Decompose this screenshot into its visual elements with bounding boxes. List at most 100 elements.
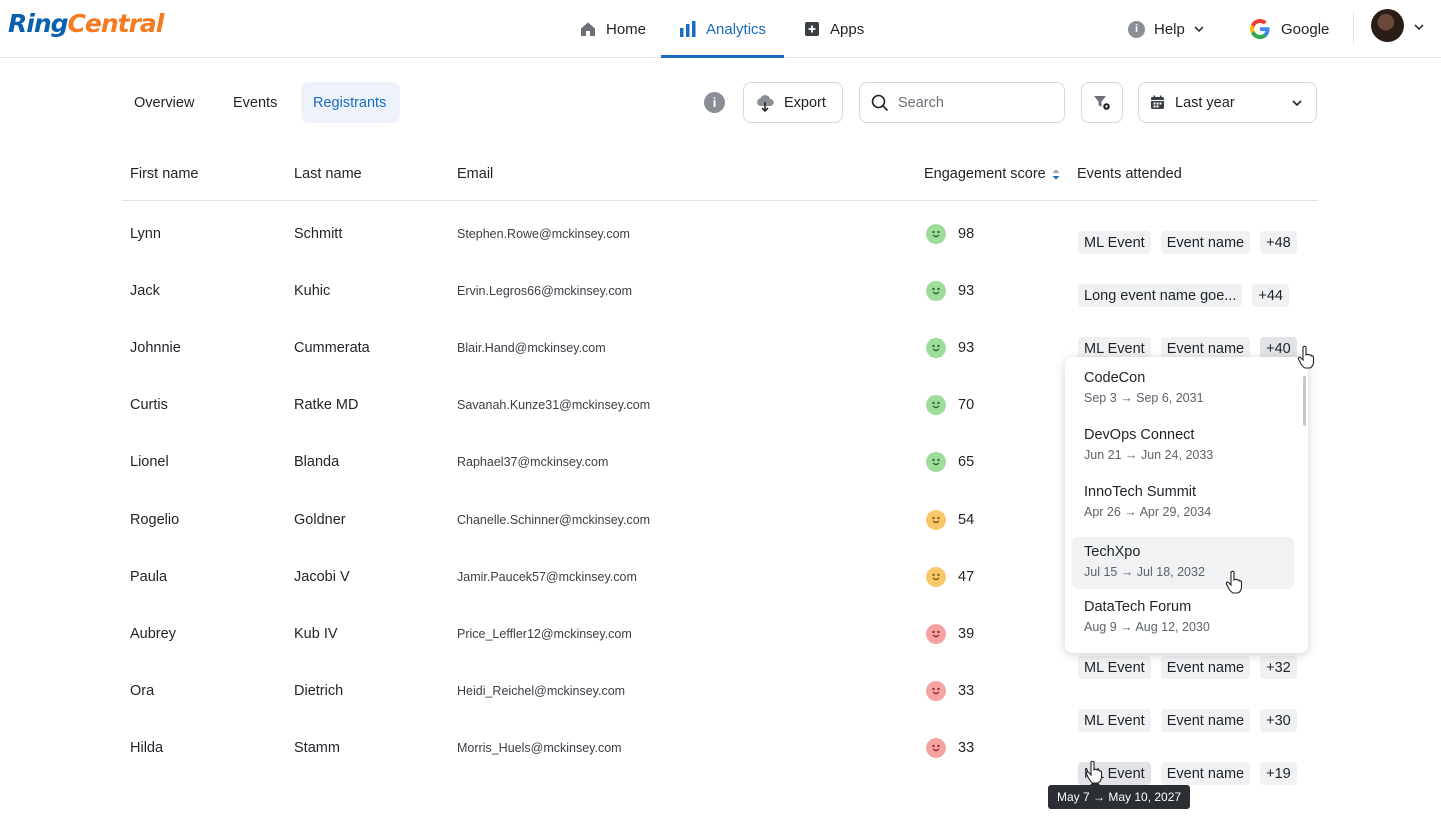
last-name-cell: Cummerata	[294, 339, 370, 356]
last-name-cell: Stamm	[294, 739, 340, 756]
avatar[interactable]	[1371, 9, 1404, 42]
dropdown-item[interactable]: DataTech Forum Aug 9 → Aug 12, 2030	[1072, 592, 1294, 644]
email-cell: Ervin.Legros66@mckinsey.com	[457, 283, 633, 298]
column-header-email[interactable]: Email	[457, 166, 493, 182]
column-header-last-name[interactable]: Last name	[294, 166, 362, 182]
dropdown-scrollbar[interactable]	[1303, 376, 1306, 426]
engagement-score-cell: 65	[926, 433, 974, 490]
filter-settings-icon	[1093, 95, 1111, 111]
ringcentral-logo[interactable]: RingCentral	[8, 9, 164, 38]
events-dropdown: CodeCon Sep 3 → Sep 6, 2031 DevOps Conne…	[1065, 357, 1308, 653]
export-label: Export	[784, 94, 826, 111]
event-dates: Aug 9 → Aug 12, 2030	[1084, 620, 1210, 634]
column-header-engagement-score[interactable]: Engagement score	[924, 166, 1060, 182]
event-chip[interactable]: Event name	[1160, 231, 1251, 254]
filter-settings-button[interactable]	[1081, 82, 1123, 123]
plus-square-icon	[803, 20, 821, 38]
calendar-icon	[1150, 95, 1165, 110]
nav-apps-label: Apps	[830, 20, 865, 38]
engagement-score-value: 54	[958, 511, 975, 528]
event-chip[interactable]: Long event name goe...	[1078, 284, 1243, 307]
last-name-cell: Dietrich	[294, 682, 344, 699]
email-cell: Chanelle.Schinner@mckinsey.com	[457, 512, 651, 527]
table-row[interactable]: Jack Kuhic Ervin.Legros66@mckinsey.com 93 Lo…	[0, 262, 1441, 319]
tab-overview[interactable]: Overview	[122, 82, 206, 123]
date-range-select[interactable]: Last year	[1138, 82, 1317, 123]
engagement-score-value: 33	[958, 739, 975, 756]
avatar-chevron-down-icon[interactable]	[1414, 21, 1424, 33]
email-cell: Jamir.Paucek57@mckinsey.com	[457, 569, 637, 584]
more-events-chip[interactable]: +48	[1260, 231, 1297, 254]
smiley-face-icon	[926, 223, 946, 244]
email-cell: Blair.Hand@mckinsey.com	[457, 340, 606, 355]
active-nav-indicator	[661, 55, 784, 58]
engagement-score-cell: 93	[926, 319, 974, 376]
nav-home-label: Home	[606, 20, 647, 38]
info-icon[interactable]: i	[704, 92, 725, 113]
more-events-chip[interactable]: +19	[1260, 762, 1297, 785]
event-chip[interactable]: ML Event	[1078, 231, 1151, 254]
more-events-chip[interactable]: +44	[1252, 284, 1289, 307]
cloud-download-icon	[755, 94, 775, 112]
export-button[interactable]: Export	[743, 82, 843, 123]
event-dates: Jul 15 → Jul 18, 2032	[1084, 565, 1205, 579]
column-header-events-attended[interactable]: Events attended	[1077, 166, 1182, 182]
help-menu[interactable]: i Help	[1128, 0, 1204, 58]
divider	[1353, 12, 1354, 44]
event-date-tooltip: May 7 → May 10, 2027	[1048, 780, 1191, 809]
smiley-face-icon	[926, 337, 946, 358]
tab-registrants[interactable]: Registrants	[301, 82, 400, 123]
nav-analytics[interactable]: Analytics	[679, 0, 766, 58]
search-box[interactable]	[859, 82, 1065, 123]
first-name-cell: Curtis	[130, 396, 168, 413]
email-cell: Stephen.Rowe@mckinsey.com	[457, 226, 630, 241]
search-input[interactable]	[898, 94, 1048, 111]
event-dates: Jun 21 → Jun 24, 2033	[1084, 448, 1214, 462]
smiley-face-icon	[926, 280, 946, 301]
engagement-score-value: 98	[958, 225, 975, 242]
event-name: TechXpo	[1084, 544, 1141, 560]
engagement-score-value: 39	[958, 625, 975, 642]
smiley-face-icon	[926, 394, 946, 415]
top-navigation-bar: RingCentral Home Analytics Apps i Help G…	[0, 0, 1441, 58]
event-name: InnoTech Summit	[1084, 484, 1197, 500]
dropdown-item[interactable]: CodeCon Sep 3 → Sep 6, 2031	[1072, 363, 1294, 415]
last-name-cell: Ratke MD	[294, 396, 359, 413]
engagement-score-value: 65	[958, 453, 975, 470]
table-row[interactable]: Ora Dietrich Heidi_Reichel@mckinsey.com 33 M…	[0, 662, 1441, 732]
last-name-cell: Blanda	[294, 453, 340, 470]
account-google[interactable]: Google	[1248, 0, 1329, 58]
dropdown-item[interactable]: TechXpo Jul 15 → Jul 18, 2032	[1072, 537, 1294, 589]
table-row[interactable]: Hilda Stamm Morris_Huels@mckinsey.com 33 ML …	[0, 719, 1441, 785]
event-chip[interactable]: Event name	[1160, 762, 1251, 785]
smiley-face-icon	[926, 509, 946, 530]
email-cell: Heidi_Reichel@mckinsey.com	[457, 683, 626, 698]
dropdown-item[interactable]: DevOps Connect Jun 21 → Jun 24, 2033	[1072, 420, 1294, 472]
tab-events[interactable]: Events	[221, 82, 289, 123]
engagement-score-cell: 98	[926, 205, 974, 262]
engagement-score-cell: 33	[926, 719, 974, 776]
table-row[interactable]: Lynn Schmitt Stephen.Rowe@mckinsey.com 98 ML…	[0, 205, 1441, 262]
header-divider	[122, 200, 1318, 201]
first-name-cell: Rogelio	[130, 511, 180, 528]
engagement-score-cell: 93	[926, 262, 974, 319]
dropdown-item[interactable]: InnoTech Summit Apr 26 → Apr 29, 2034	[1072, 477, 1294, 529]
column-header-first-name[interactable]: First name	[130, 166, 199, 182]
engagement-score-value: 33	[958, 682, 975, 699]
events-attended-cell: Long event name goe... +44	[1078, 284, 1299, 307]
email-cell: Price_Leffler12@mckinsey.com	[457, 626, 632, 641]
nav-apps[interactable]: Apps	[803, 0, 864, 58]
google-icon	[1248, 17, 1272, 41]
engagement-score-cell: 33	[926, 662, 974, 719]
engagement-score-value: 93	[958, 339, 975, 356]
sort-icon[interactable]	[1052, 169, 1060, 180]
hand-pointer-cursor-icon	[1297, 345, 1315, 369]
email-cell: Savanah.Kunze31@mckinsey.com	[457, 397, 651, 412]
nav-home[interactable]: Home	[579, 0, 646, 58]
engagement-score-label: Engagement score	[924, 166, 1046, 182]
event-name: DataTech Forum	[1084, 599, 1192, 615]
help-label: Help	[1154, 20, 1185, 38]
last-name-cell: Kuhic	[294, 282, 331, 299]
last-name-cell: Schmitt	[294, 225, 343, 242]
smiley-face-icon	[926, 680, 946, 701]
